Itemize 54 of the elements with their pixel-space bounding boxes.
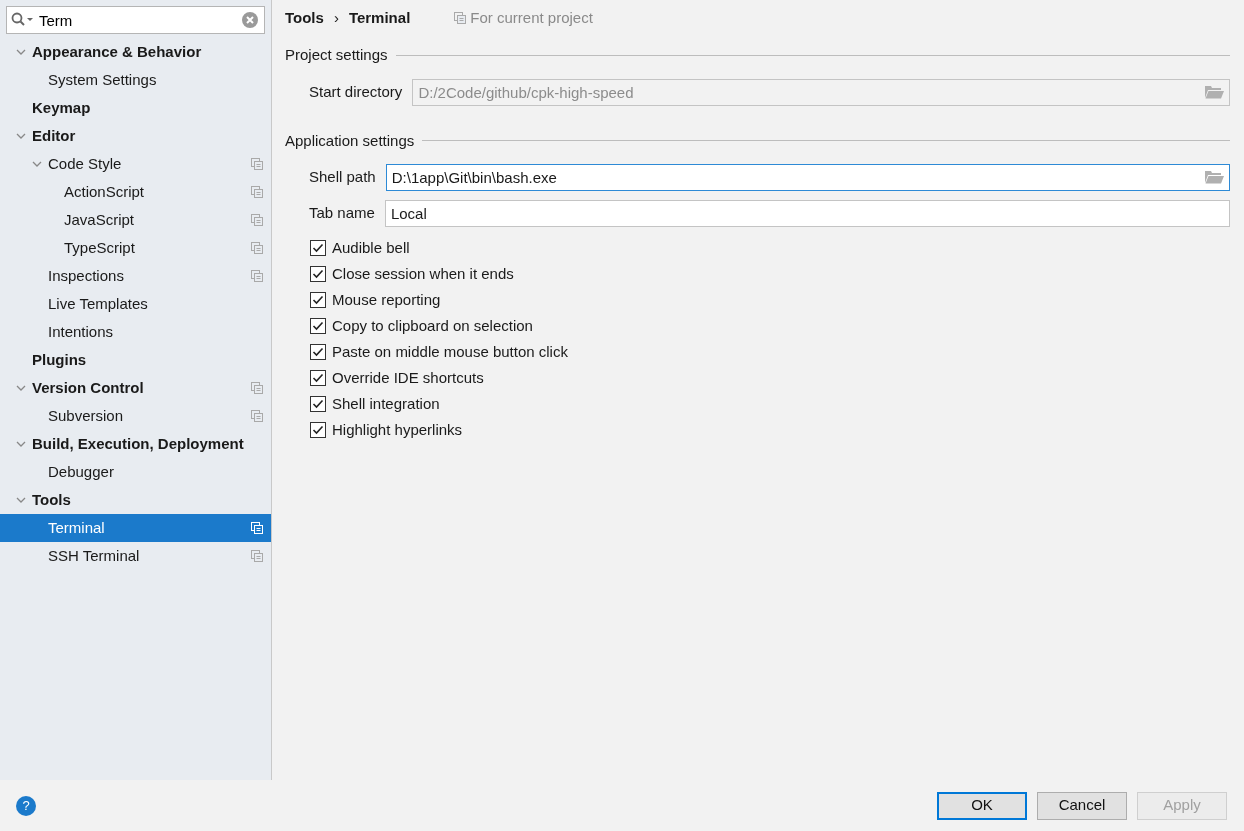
- section-title: Application settings: [285, 130, 415, 151]
- breadcrumb-separator: ›: [333, 7, 339, 28]
- checkbox[interactable]: [310, 318, 326, 334]
- search-icon: [11, 12, 35, 28]
- checkbox[interactable]: [310, 370, 326, 386]
- tree-item[interactable]: Terminal: [0, 514, 271, 542]
- checkbox-label: Override IDE shortcuts: [332, 367, 484, 388]
- search-field[interactable]: Term: [6, 6, 265, 34]
- clear-icon[interactable]: [241, 11, 259, 29]
- help-button[interactable]: ?: [16, 795, 36, 816]
- section-title: Project settings: [285, 45, 388, 65]
- field-label: Tab name: [309, 203, 375, 224]
- tree-item[interactable]: Tools: [0, 486, 271, 514]
- tree-item[interactable]: Code Style: [0, 150, 271, 178]
- breadcrumb-item: Terminal: [348, 7, 411, 28]
- copy-icon: [454, 12, 467, 24]
- scope-note: For current project: [470, 7, 593, 28]
- dialog-button[interactable]: OK: [937, 791, 1027, 820]
- checkbox-label: Shell integration: [332, 393, 440, 414]
- tree-item[interactable]: Live Templates: [0, 290, 271, 318]
- tree-item[interactable]: Debugger: [0, 458, 271, 486]
- field-label: Shell path: [309, 167, 376, 188]
- checkbox-label: Paste on middle mouse button click: [332, 341, 568, 362]
- tree-item[interactable]: SSH Terminal: [0, 542, 271, 570]
- checkbox[interactable]: [310, 396, 326, 412]
- checkbox[interactable]: [310, 422, 326, 438]
- checkbox-label: Highlight hyperlinks: [332, 419, 463, 440]
- tree-item[interactable]: TypeScript: [0, 234, 271, 262]
- tree-item[interactable]: Plugins: [0, 346, 271, 374]
- tree-item[interactable]: JavaScript: [0, 206, 271, 234]
- field-label: Start directory: [309, 81, 403, 102]
- checkbox[interactable]: [310, 240, 326, 256]
- breadcrumb-item: Tools: [285, 7, 324, 28]
- checkbox-label: Mouse reporting: [332, 289, 441, 310]
- input-field[interactable]: D:\1app\Git\bin\bash.exe: [385, 164, 1230, 191]
- tree-item[interactable]: Build, Execution, Deployment: [0, 430, 271, 458]
- tree-item[interactable]: Keymap: [0, 94, 271, 122]
- tree-item[interactable]: Editor: [0, 122, 271, 150]
- checkbox-label: Close session when it ends: [332, 263, 514, 284]
- folder-icon[interactable]: [1205, 170, 1224, 184]
- checkbox[interactable]: [310, 266, 326, 282]
- tree-item[interactable]: System Settings: [0, 66, 271, 94]
- checkbox[interactable]: [310, 344, 326, 360]
- tree-item[interactable]: Intentions: [0, 318, 271, 346]
- tree-item[interactable]: Inspections: [0, 262, 271, 290]
- tree-item[interactable]: ActionScript: [0, 178, 271, 206]
- tree-item[interactable]: Appearance & Behavior: [0, 38, 271, 66]
- tree-item[interactable]: Version Control: [0, 374, 271, 402]
- input-field[interactable]: Local: [384, 200, 1230, 227]
- checkbox-label: Copy to clipboard on selection: [332, 315, 533, 336]
- checkbox-label: Audible bell: [332, 237, 410, 258]
- tree-item[interactable]: Subversion: [0, 402, 271, 430]
- dialog-button[interactable]: Cancel: [1037, 791, 1127, 820]
- checkbox[interactable]: [310, 292, 326, 308]
